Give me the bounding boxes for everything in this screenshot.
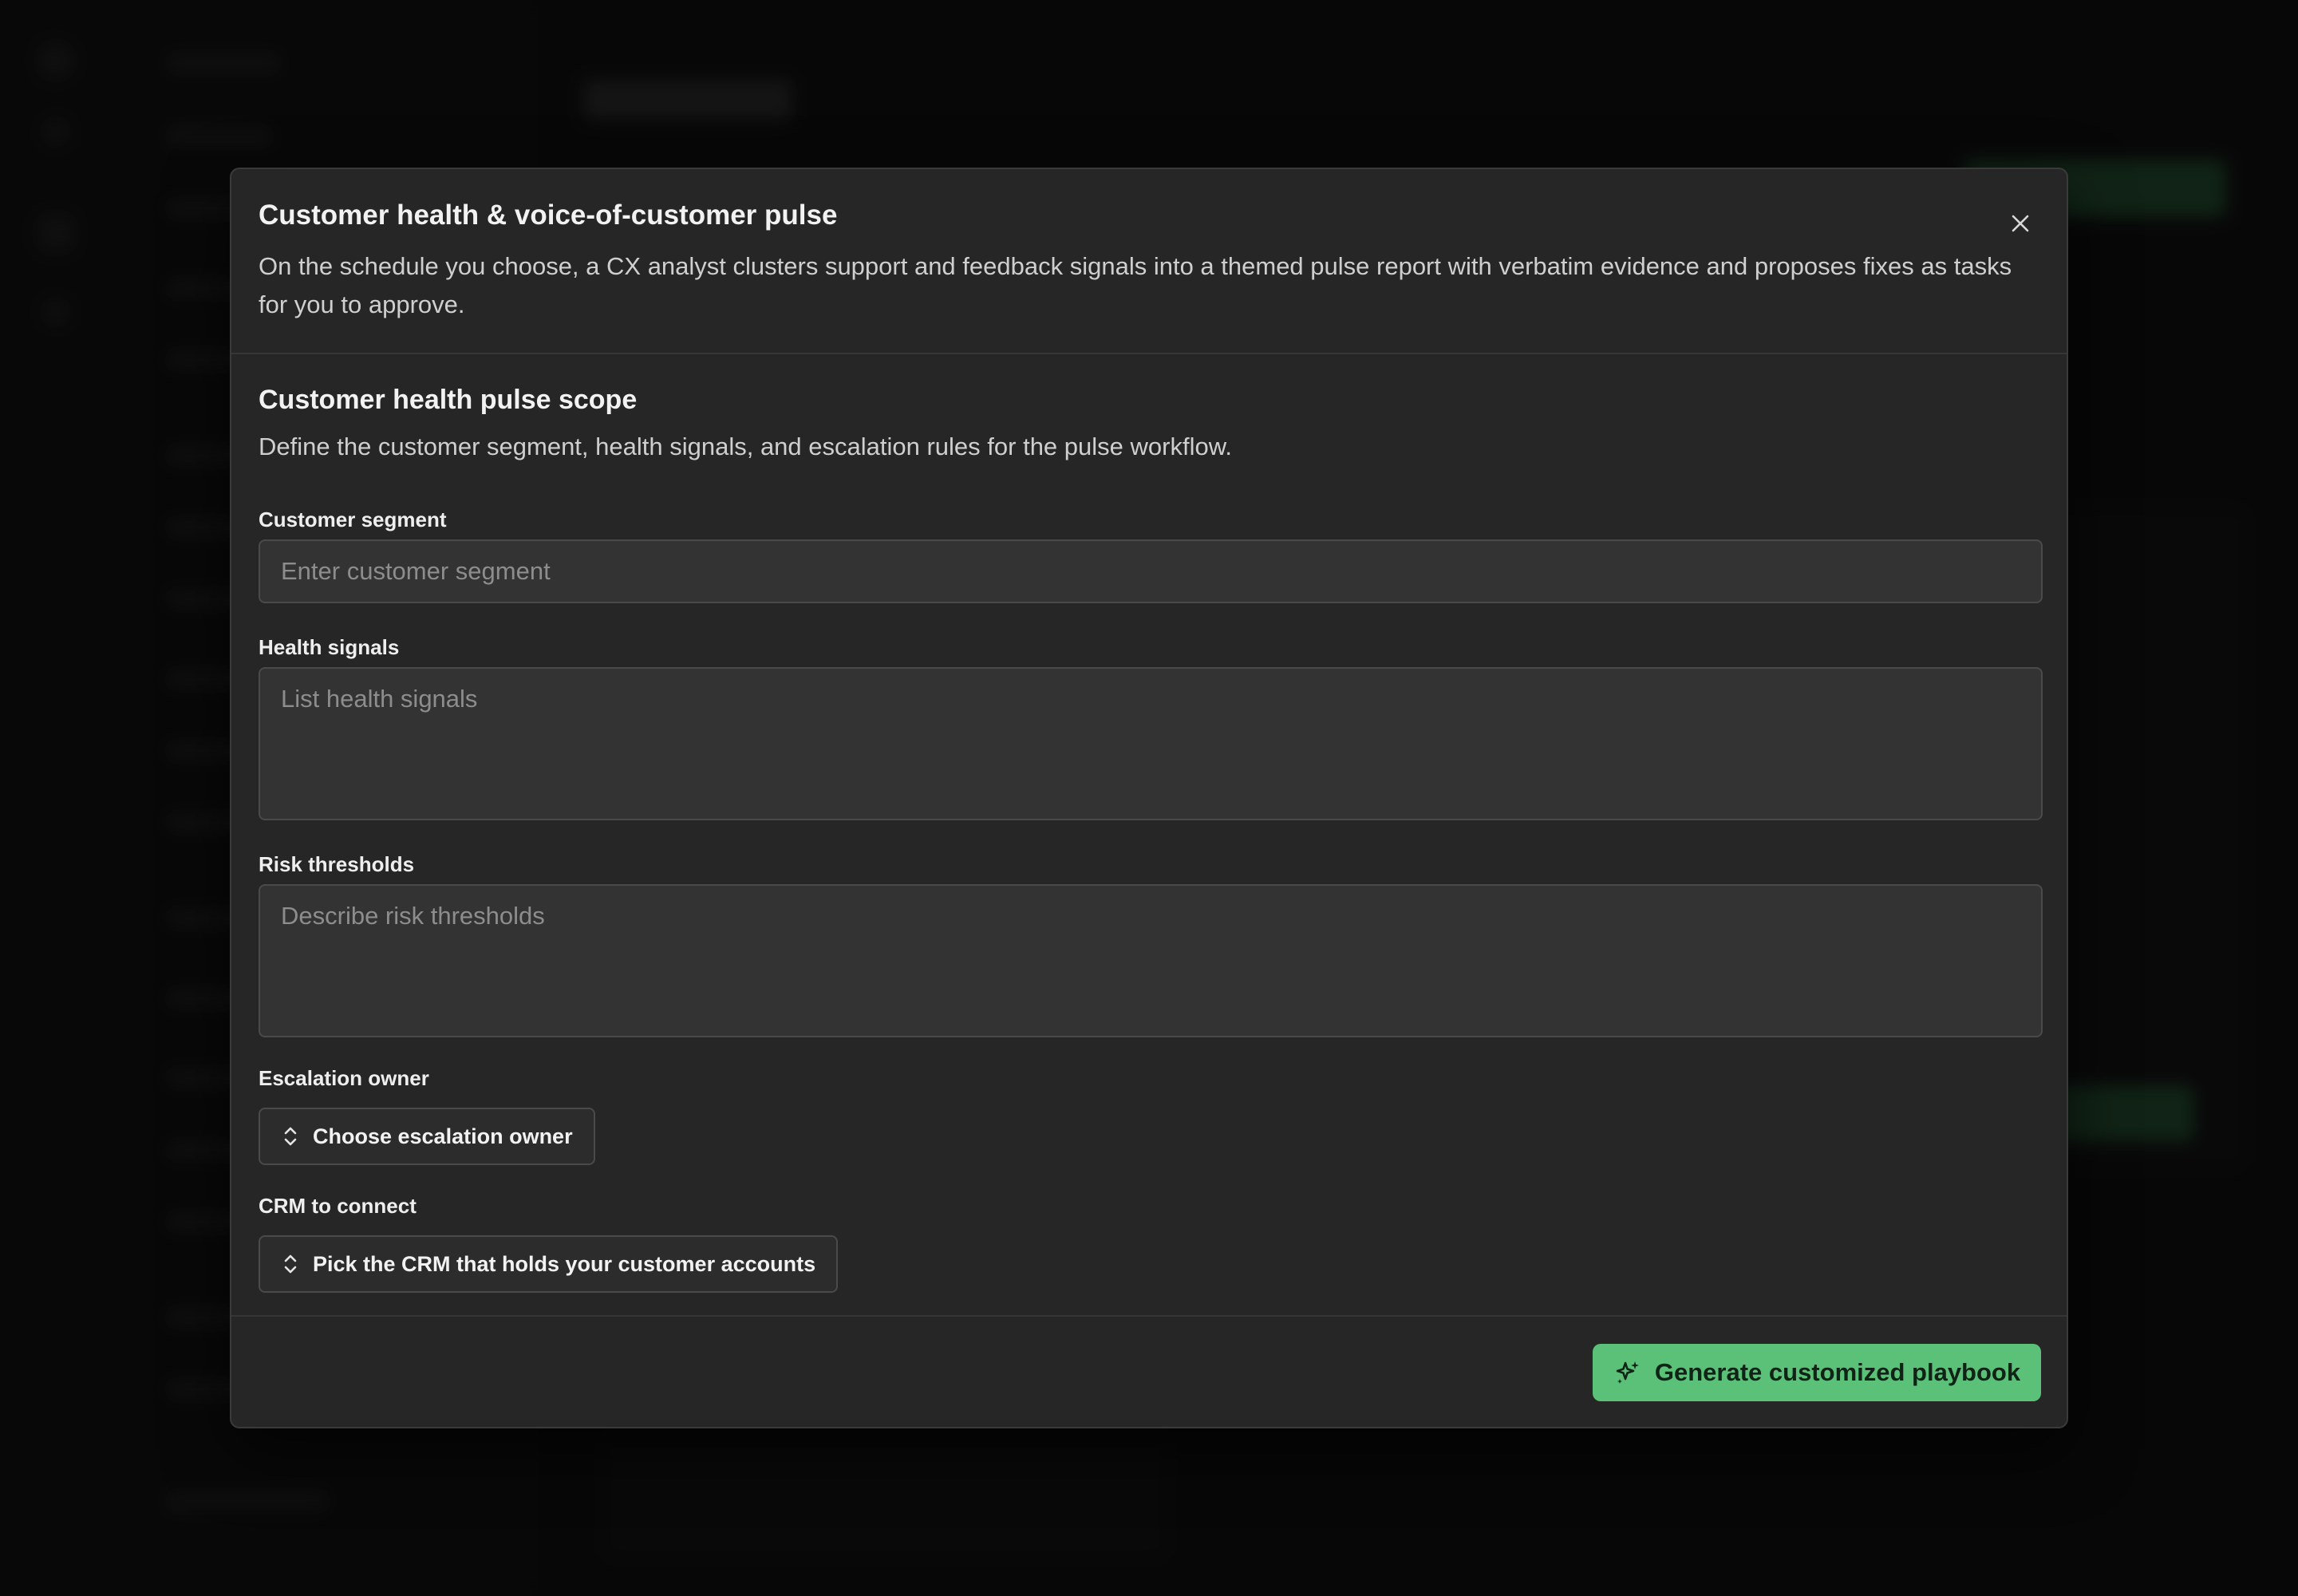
escalation-owner-select[interactable]: Choose escalation owner xyxy=(259,1108,595,1165)
section-title: Customer health pulse scope xyxy=(259,385,638,415)
close-button[interactable] xyxy=(2003,206,2038,241)
health-signals-label: Health signals xyxy=(259,635,400,659)
generate-playbook-button[interactable]: Generate customized playbook xyxy=(1593,1344,2041,1401)
crm-select-label: Pick the CRM that holds your customer ac… xyxy=(313,1251,816,1276)
modal-title: Customer health & voice-of-customer puls… xyxy=(259,200,838,231)
risk-thresholds-label: Risk thresholds xyxy=(259,852,415,876)
escalation-owner-label: Escalation owner xyxy=(259,1066,429,1090)
modal-footer: Generate customized playbook xyxy=(231,1315,2067,1427)
playbook-modal: Customer health & voice-of-customer puls… xyxy=(230,168,2068,1428)
modal-description: On the schedule you choose, a CX analyst… xyxy=(259,252,2012,318)
crm-select[interactable]: Pick the CRM that holds your customer ac… xyxy=(259,1235,839,1293)
chevron-up-down-icon xyxy=(284,1127,297,1146)
modal-header: Customer health & voice-of-customer puls… xyxy=(231,169,2067,354)
chevron-up-down-icon xyxy=(284,1254,297,1274)
customer-segment-label: Customer segment xyxy=(259,508,447,531)
risk-thresholds-textarea[interactable] xyxy=(259,884,2043,1037)
customer-segment-input[interactable] xyxy=(259,539,2043,603)
sparkles-icon xyxy=(1616,1361,1639,1384)
section-description: Define the customer segment, health sign… xyxy=(259,433,1232,460)
health-signals-textarea[interactable] xyxy=(259,667,2043,820)
generate-playbook-label: Generate customized playbook xyxy=(1654,1358,2021,1386)
escalation-owner-select-label: Choose escalation owner xyxy=(313,1124,573,1148)
crm-label: CRM to connect xyxy=(259,1194,417,1218)
close-icon xyxy=(2012,215,2029,232)
